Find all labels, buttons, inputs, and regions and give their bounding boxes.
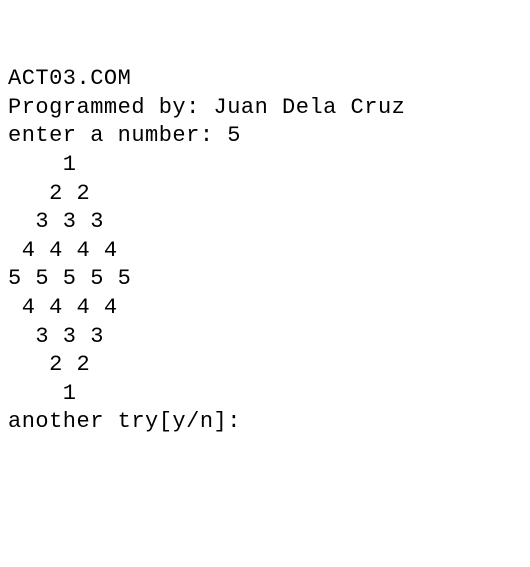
retry-prompt[interactable]: another try[y/n]:: [8, 408, 522, 437]
pattern-row: 3 3 3: [8, 323, 522, 352]
author-line: Programmed by: Juan Dela Cruz: [8, 94, 522, 123]
pattern-row: 2 2: [8, 351, 522, 380]
pattern-row: 5 5 5 5 5: [8, 265, 522, 294]
pattern-row: 4 4 4 4: [8, 294, 522, 323]
pattern-row: 4 4 4 4: [8, 237, 522, 266]
pattern-row: 1: [8, 380, 522, 409]
pattern-row: 3 3 3: [8, 208, 522, 237]
pattern-row: 2 2: [8, 180, 522, 209]
pattern-row: 1: [8, 151, 522, 180]
input-prompt: enter a number: 5: [8, 122, 522, 151]
program-title: ACT03.COM: [8, 65, 522, 94]
